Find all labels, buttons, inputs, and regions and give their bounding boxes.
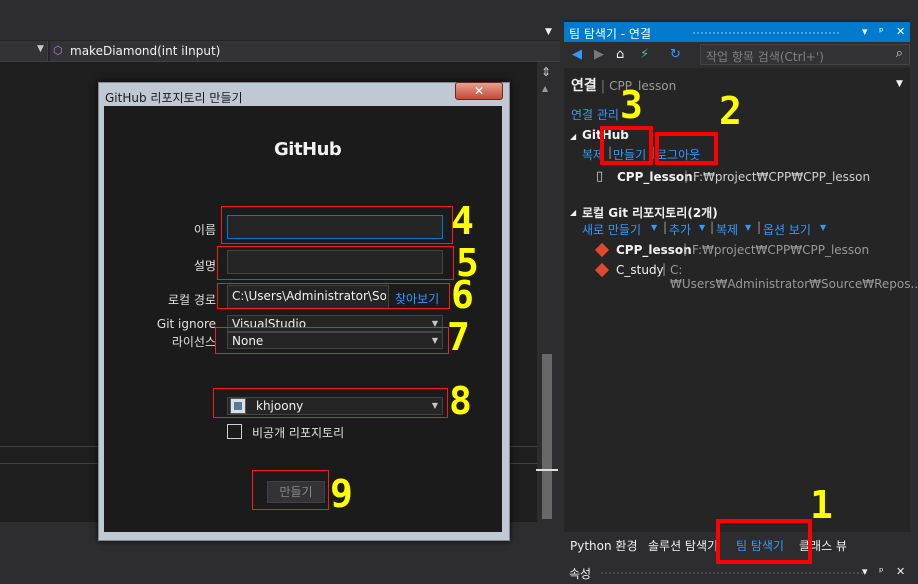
dialog-title: GitHub 리포지토리 만들기 xyxy=(105,91,243,105)
local-repo-name[interactable]: CPP_lesson xyxy=(616,243,692,257)
connect-plug-icon[interactable]: ⚡ xyxy=(640,47,649,62)
back-icon[interactable]: ◀ xyxy=(572,47,582,62)
divider: | xyxy=(710,220,715,234)
local-repo-name[interactable]: C_study xyxy=(616,263,664,277)
member-dropdown-value: makeDiamond(int iInput) xyxy=(70,44,221,58)
window-position-icon[interactable]: ▾ xyxy=(862,25,868,38)
annotation-number: 9 xyxy=(330,472,353,516)
annotation-number: 4 xyxy=(451,199,474,243)
title-grip xyxy=(600,571,868,575)
scroll-up-icon[interactable]: ▲ xyxy=(542,84,548,93)
github-repo-path: F:₩project₩CPP₩CPP_lesson xyxy=(693,170,871,184)
chevron-down-icon[interactable]: ▼ xyxy=(745,223,751,232)
annotation-box xyxy=(221,206,453,244)
properties-title-bar: 속성 ▾ ᵖ ✕ xyxy=(564,562,910,584)
search-placeholder: 작업 항목 검색(Ctrl+') xyxy=(706,50,824,64)
chevron-down-icon[interactable]: ▼ xyxy=(820,223,826,232)
close-icon[interactable]: ✕ xyxy=(896,565,905,578)
divider: | xyxy=(683,242,688,256)
annotation-box xyxy=(716,519,812,564)
chevron-down-icon[interactable]: ▼ xyxy=(699,223,705,232)
page-title: 연결 xyxy=(571,78,597,94)
chevron-down-icon[interactable]: ▼ xyxy=(37,44,44,54)
split-icon[interactable]: ⇕ xyxy=(541,65,551,79)
annotation-number: 7 xyxy=(447,315,470,359)
forward-icon[interactable]: ▶ xyxy=(594,47,604,62)
refresh-icon[interactable]: ↻ xyxy=(670,47,681,62)
repository-icon: ▯ xyxy=(596,169,604,184)
annotation-box xyxy=(600,126,653,165)
annotation-box xyxy=(213,388,448,418)
dialog-close-button[interactable]: ✕ xyxy=(455,82,503,100)
annotation-box xyxy=(217,283,450,309)
editor-tab-strip xyxy=(0,0,560,40)
tab-solution-explorer[interactable]: 솔루션 탐색기 xyxy=(648,537,718,554)
annotation-box xyxy=(655,132,718,165)
github-repo-name[interactable]: CPP_lesson xyxy=(617,170,693,184)
annotation-box xyxy=(252,470,329,510)
pin-icon[interactable]: ᵖ xyxy=(879,565,884,578)
pin-icon[interactable]: ᵖ xyxy=(879,25,884,38)
add-repo-link[interactable]: 추가 xyxy=(669,221,691,238)
window-position-icon[interactable]: ▾ xyxy=(862,565,868,578)
annotation-number: 8 xyxy=(449,379,472,423)
local-repo-path: F:₩project₩CPP₩CPP_lesson xyxy=(692,243,870,257)
collapse-icon[interactable]: ◢ xyxy=(570,132,576,141)
close-icon[interactable]: ✕ xyxy=(896,25,905,38)
annotation-number: 3 xyxy=(620,83,643,127)
license-label: 라이선스 xyxy=(171,335,216,349)
screen: ▼ ⬡ makeDiamond(int iInput) ▼ ⇕ ▲ 팀 탐색기 … xyxy=(0,0,918,584)
annotation-number: 2 xyxy=(719,89,742,133)
divider: | xyxy=(757,220,762,234)
team-explorer-title-bar: 팀 탐색기 - 연결 ▾ ᵖ ✕ xyxy=(564,22,910,42)
local-repo-path: C:₩Users₩Administrator₩Source₩Repos... xyxy=(670,263,918,291)
work-item-search-input[interactable]: 작업 항목 검색(Ctrl+') ⌕ xyxy=(700,44,910,65)
local-git-section-title: 로컬 Git 리포지토리(2개) xyxy=(582,206,718,220)
divider: | xyxy=(684,169,689,183)
method-cube-icon: ⬡ xyxy=(53,44,63,57)
clone-repo-link[interactable]: 복제 xyxy=(716,221,738,238)
editor-vertical-scrollbar[interactable]: ⇕ ▲ xyxy=(536,62,558,522)
name-label: 이름 xyxy=(193,223,216,237)
annotation-number: 1 xyxy=(810,483,833,527)
annotation-box xyxy=(217,246,454,280)
annotation-number: 6 xyxy=(451,273,474,317)
annotation-box xyxy=(215,327,449,354)
private-repo-checkbox[interactable] xyxy=(227,424,242,439)
chevron-down-icon[interactable]: ▼ xyxy=(896,79,903,89)
new-repo-link[interactable]: 새로 만들기 xyxy=(582,221,641,238)
collapse-icon[interactable]: ◢ xyxy=(570,208,576,217)
private-repo-label: 비공개 리포지토리 xyxy=(252,426,345,440)
chevron-down-icon[interactable]: ▼ xyxy=(651,223,657,232)
divider: | xyxy=(663,220,668,234)
gitignore-label: Git ignore xyxy=(156,317,216,331)
local-path-label: 로컬 경로 xyxy=(168,293,216,307)
tab-python-environments[interactable]: Python 환경 xyxy=(570,537,638,554)
scroll-marker xyxy=(536,469,558,471)
member-dropdown[interactable]: ⬡ makeDiamond(int iInput) xyxy=(50,41,560,61)
scrollbar-thumb[interactable] xyxy=(542,354,552,519)
properties-title: 속성 xyxy=(569,567,592,581)
view-options-link[interactable]: 옵션 보기 xyxy=(763,221,811,238)
divider: | xyxy=(600,79,606,94)
manage-connections-link[interactable]: 연결 관리 xyxy=(571,106,619,123)
panel-title: 팀 탐색기 - 연결 xyxy=(569,27,652,41)
chevron-down-icon[interactable]: ▼ xyxy=(545,27,552,37)
home-icon[interactable]: ⌂ xyxy=(616,47,624,62)
divider: | xyxy=(662,262,667,276)
search-icon[interactable]: ⌕ xyxy=(896,46,903,61)
github-logo: GitHub xyxy=(274,139,342,160)
description-label: 설명 xyxy=(193,259,216,273)
title-grip xyxy=(692,31,840,35)
